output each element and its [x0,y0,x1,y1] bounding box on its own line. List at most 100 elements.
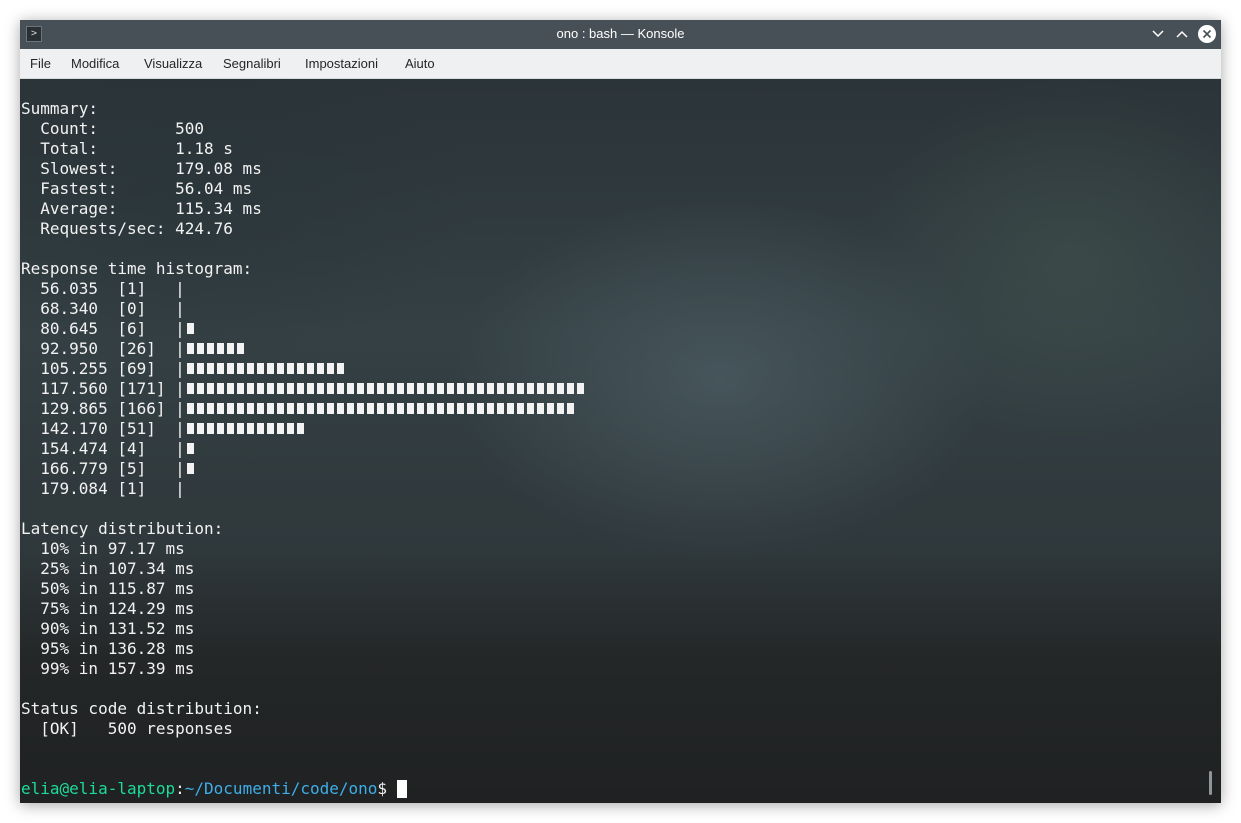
latency-row: 95% in 136.28 ms [21,639,587,659]
menu-segnalibri[interactable]: Segnalibri [223,56,281,71]
minimize-button[interactable] [1148,24,1168,44]
summary-label: Average: [40,199,176,218]
histogram-row: 105.255 [69] | [21,359,587,379]
scrollbar-thumb[interactable] [1209,771,1212,795]
histogram-bucket: 92.950 [40,339,118,358]
histogram-row: 80.645 [6] | [21,319,587,339]
summary-value: 56.04 ms [175,179,253,198]
summary-value: 500 [175,119,205,138]
summary-row: Slowest: 179.08 ms [21,159,587,179]
histogram-row: 117.560 [171] | [21,379,587,399]
histogram-count: [4] [117,439,176,458]
summary-value: 1.18 s [175,139,233,158]
latency-value: 95% in 136.28 ms [40,639,195,658]
summary-value: 424.76 [175,219,233,238]
histogram-count: [6] [117,319,176,338]
histogram-axis: | [175,319,185,338]
chevron-down-icon [1152,30,1164,38]
close-button[interactable] [1197,24,1217,44]
histogram-row: 179.084 [1] | [21,479,587,499]
histogram-row: 129.865 [166] | [21,399,587,419]
summary-row: Requests/sec: 424.76 [21,219,587,239]
histogram-count: [26] [117,339,176,358]
menu-modifica[interactable]: Modifica [71,56,119,71]
histogram-bucket: 154.474 [40,439,118,458]
histogram-axis: | [175,279,185,298]
menu-file[interactable]: File [30,56,51,71]
histogram-bucket: 68.340 [40,299,118,318]
histogram-bar [186,463,197,474]
latency-value: 99% in 157.39 ms [40,659,195,678]
chevron-up-icon [1176,30,1188,38]
histogram-bucket: 105.255 [40,359,118,378]
histogram-bucket: 179.084 [40,479,118,498]
status-text: 500 responses [107,719,233,738]
histogram-bucket: 117.560 [40,379,118,398]
histogram-row: 142.170 [51] | [21,419,587,439]
latency-value: 90% in 131.52 ms [40,619,195,638]
histogram-axis: | [175,399,185,418]
histogram-axis: | [175,339,185,358]
latency-row: 90% in 131.52 ms [21,619,587,639]
menu-impostazioni[interactable]: Impostazioni [305,56,378,71]
title-bar[interactable]: > ono : bash — Konsole [20,20,1221,49]
histogram-axis: | [175,419,185,438]
summary-row: Fastest: 56.04 ms [21,179,587,199]
histogram-axis: | [175,379,185,398]
summary-row: Count: 500 [21,119,587,139]
histogram-bar [186,343,247,354]
shell-prompt[interactable]: elia@elia-laptop:~/Documenti/code/ono$ [21,779,408,799]
terminal-text: Summary: Count: 500 Total: 1.18 s Slowes… [21,99,587,739]
histogram-bar [186,443,197,454]
summary-label: Fastest: [40,179,176,198]
histogram-row: 56.035 [1] | [21,279,587,299]
summary-value: 179.08 ms [175,159,262,178]
histogram-bucket: 142.170 [40,419,118,438]
menu-bar: File Modifica Visualizza Segnalibri Impo… [20,49,1221,79]
histogram-bar [186,383,587,394]
histogram-bucket: 56.035 [40,279,118,298]
summary-label: Requests/sec: [40,219,176,238]
prompt-path: ~/Documenti/code/ono [184,779,378,798]
histogram-count: [166] [117,399,176,418]
maximize-button[interactable] [1172,24,1192,44]
histogram-axis: | [175,359,185,378]
histogram-bucket: 166.779 [40,459,118,478]
status-code: [OK] [40,719,108,738]
histogram-bucket: 129.865 [40,399,118,418]
latency-row: 50% in 115.87 ms [21,579,587,599]
text-cursor [397,779,408,798]
latency-row: 75% in 124.29 ms [21,599,587,619]
menu-aiuto[interactable]: Aiuto [405,56,435,71]
latency-row: 99% in 157.39 ms [21,659,587,679]
terminal-output[interactable]: Summary: Count: 500 Total: 1.18 s Slowes… [20,79,1221,803]
konsole-window: > ono : bash — Konsole File Modifica Vis… [20,20,1221,803]
latency-heading: Latency distribution: [21,519,224,538]
histogram-count: [171] [117,379,176,398]
histogram-bucket: 80.645 [40,319,118,338]
prompt-user-host: elia@elia-laptop [21,779,176,798]
latency-row: 10% in 97.17 ms [21,539,587,559]
summary-heading: Summary: [21,99,99,118]
histogram-axis: | [175,299,185,318]
window-title: ono : bash — Konsole [556,26,685,41]
histogram-row: 68.340 [0] | [21,299,587,319]
latency-value: 75% in 124.29 ms [40,599,195,618]
latency-value: 50% in 115.87 ms [40,579,195,598]
prompt-symbol: $ [377,779,388,798]
histogram-axis: | [175,479,185,498]
histogram-bar [186,323,197,334]
histogram-axis: | [175,439,185,458]
histogram-count: [1] [117,279,176,298]
summary-label: Total: [40,139,176,158]
summary-row: Total: 1.18 s [21,139,587,159]
menu-visualizza[interactable]: Visualizza [144,56,202,71]
histogram-count: [1] [117,479,176,498]
summary-label: Slowest: [40,159,176,178]
histogram-bar [186,363,347,374]
latency-value: 10% in 97.17 ms [40,539,185,558]
histogram-heading: Response time histogram: [21,259,253,278]
